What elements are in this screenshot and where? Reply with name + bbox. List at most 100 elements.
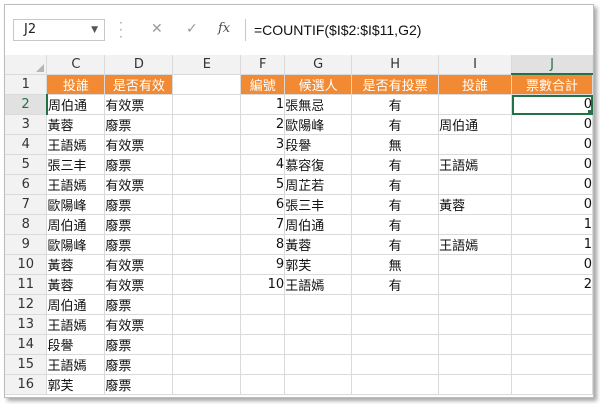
cell-d3[interactable]: 廢票 [104, 114, 174, 135]
cell-e6[interactable] [172, 174, 242, 195]
cell-c2[interactable]: 周伯通 [46, 94, 106, 115]
row-header-3[interactable]: 3 [5, 114, 48, 135]
row-header-7[interactable]: 7 [5, 194, 48, 215]
cell-h1[interactable]: 是否有投票 [351, 74, 440, 95]
chevron-down-icon[interactable]: ▼ [91, 20, 98, 40]
cell-g2[interactable]: 張無忌 [284, 94, 353, 115]
cell-h16[interactable] [351, 374, 440, 395]
cell-j1[interactable]: 票數合計 [511, 74, 593, 95]
cell-f4[interactable]: 3 [240, 134, 286, 155]
cell-f13[interactable] [240, 314, 286, 335]
cell-h14[interactable] [351, 334, 440, 355]
cell-h10[interactable]: 無 [351, 254, 440, 275]
row-header-11[interactable]: 11 [5, 274, 48, 295]
cell-d12[interactable]: 廢票 [104, 294, 174, 315]
cell-i6[interactable] [438, 174, 512, 195]
row-header-6[interactable]: 6 [5, 174, 48, 195]
cell-g12[interactable] [284, 294, 353, 315]
cell-f3[interactable]: 2 [240, 114, 286, 135]
row-header-9[interactable]: 9 [5, 234, 48, 255]
formula-bar-grip-icon[interactable]: · · · [119, 17, 127, 43]
cell-j3[interactable]: 0 [511, 114, 593, 135]
cell-h8[interactable]: 有 [351, 214, 440, 235]
cell-d2[interactable]: 有效票 [104, 94, 174, 115]
cell-f10[interactable]: 9 [240, 254, 286, 275]
cell-f9[interactable]: 8 [240, 234, 286, 255]
cell-j11[interactable]: 2 [511, 274, 593, 295]
cell-i2[interactable] [438, 94, 512, 115]
cell-d4[interactable]: 有效票 [104, 134, 174, 155]
cell-g3[interactable]: 歐陽峰 [284, 114, 353, 135]
cell-e2[interactable] [172, 94, 242, 115]
cell-d13[interactable]: 有效票 [104, 314, 174, 335]
cell-c12[interactable]: 周伯通 [46, 294, 106, 315]
cell-j4[interactable]: 0 [511, 134, 593, 155]
cell-h6[interactable]: 有 [351, 174, 440, 195]
cell-d15[interactable]: 廢票 [104, 354, 174, 375]
cell-g1[interactable]: 候選人 [284, 74, 353, 95]
cell-j13[interactable] [511, 314, 593, 335]
cell-c14[interactable]: 段譽 [46, 334, 106, 355]
cell-e8[interactable] [172, 214, 242, 235]
cell-f6[interactable]: 5 [240, 174, 286, 195]
cell-h7[interactable]: 有 [351, 194, 440, 215]
row-header-2[interactable]: 2 [5, 94, 48, 115]
cell-f16[interactable] [240, 374, 286, 395]
row-header-13[interactable]: 13 [5, 314, 48, 335]
row-header-14[interactable]: 14 [5, 334, 48, 355]
cell-j8[interactable]: 1 [511, 214, 593, 235]
cell-h9[interactable]: 有 [351, 234, 440, 255]
cell-d8[interactable]: 廢票 [104, 214, 174, 235]
cell-j9[interactable]: 1 [511, 234, 593, 255]
cell-i3[interactable]: 周伯通 [438, 114, 512, 135]
cell-h13[interactable] [351, 314, 440, 335]
column-header-j[interactable]: J [511, 55, 593, 75]
cell-e1[interactable] [172, 74, 242, 95]
cell-f7[interactable]: 6 [240, 194, 286, 215]
formula-input[interactable]: =COUNTIF($I$2:$I$11,G2) [245, 19, 591, 41]
row-header-16[interactable]: 16 [5, 374, 48, 395]
cell-e14[interactable] [172, 334, 242, 355]
cell-f5[interactable]: 4 [240, 154, 286, 175]
cell-c16[interactable]: 郭芙 [46, 374, 106, 395]
cell-c6[interactable]: 王語嫣 [46, 174, 106, 195]
cell-i12[interactable] [438, 294, 512, 315]
cell-e16[interactable] [172, 374, 242, 395]
cell-j15[interactable] [511, 354, 593, 375]
column-header-d[interactable]: D [104, 55, 174, 75]
cell-d5[interactable]: 廢票 [104, 154, 174, 175]
cell-i10[interactable] [438, 254, 512, 275]
cell-i15[interactable] [438, 354, 512, 375]
cell-c1[interactable]: 投誰 [46, 74, 106, 95]
cell-d16[interactable]: 廢票 [104, 374, 174, 395]
cell-e5[interactable] [172, 154, 242, 175]
cell-i9[interactable]: 王語嫣 [438, 234, 512, 255]
row-header-5[interactable]: 5 [5, 154, 48, 175]
cell-d9[interactable]: 廢票 [104, 234, 174, 255]
cell-f11[interactable]: 10 [240, 274, 286, 295]
cell-c11[interactable]: 黃蓉 [46, 274, 106, 295]
cell-j14[interactable] [511, 334, 593, 355]
select-all-corner[interactable] [5, 55, 48, 75]
cell-e10[interactable] [172, 254, 242, 275]
cell-e3[interactable] [172, 114, 242, 135]
cell-g7[interactable]: 張三丰 [284, 194, 353, 215]
active-cell[interactable]: 0 [511, 94, 593, 115]
cell-e13[interactable] [172, 314, 242, 335]
cell-g13[interactable] [284, 314, 353, 335]
cell-f15[interactable] [240, 354, 286, 375]
insert-function-icon[interactable]: fx [218, 21, 230, 36]
cell-f2[interactable]: 1 [240, 94, 286, 115]
row-header-4[interactable]: 4 [5, 134, 48, 155]
cell-c15[interactable]: 王語嫣 [46, 354, 106, 375]
cell-h12[interactable] [351, 294, 440, 315]
cell-h15[interactable] [351, 354, 440, 375]
cell-i11[interactable] [438, 274, 512, 295]
cell-j5[interactable]: 0 [511, 154, 593, 175]
cell-h4[interactable]: 無 [351, 134, 440, 155]
fill-handle[interactable] [588, 110, 592, 114]
cell-i1[interactable]: 投誰 [438, 74, 512, 95]
cell-f8[interactable]: 7 [240, 214, 286, 235]
cell-j12[interactable] [511, 294, 593, 315]
cell-c7[interactable]: 歐陽峰 [46, 194, 106, 215]
